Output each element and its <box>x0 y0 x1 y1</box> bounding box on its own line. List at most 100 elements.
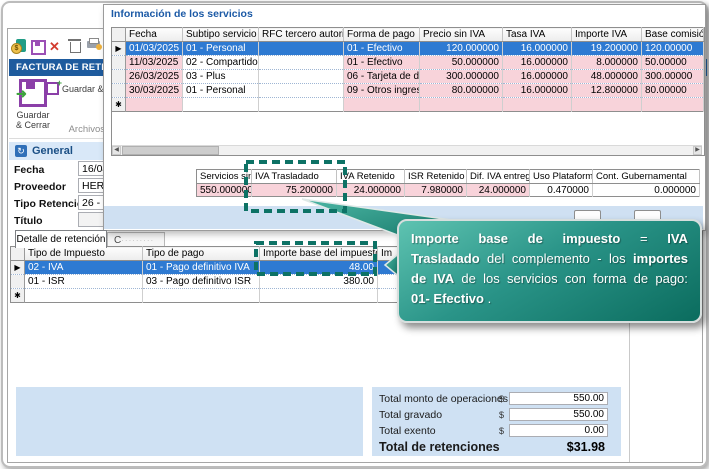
grid-cell[interactable]: 06 - Tarjeta de dé... <box>344 70 420 84</box>
grid-cell[interactable]: 120.00000 <box>642 42 704 56</box>
column-header[interactable]: IVA Retenido <box>337 170 405 184</box>
grid-cell[interactable]: 50.000000 <box>420 56 503 70</box>
grid-cell[interactable]: 03 - Plus <box>183 70 259 84</box>
grid-cell[interactable]: 550.000000 <box>197 184 252 197</box>
grid-cell[interactable]: 75.200000 <box>252 184 337 197</box>
grid-cell[interactable]: 11/03/2025 <box>126 56 183 70</box>
grid-cell[interactable]: 26/03/2025 <box>126 70 183 84</box>
grid-cell[interactable]: 01 - ISR <box>25 275 143 289</box>
total-value-field[interactable]: 550.00 <box>509 408 608 421</box>
grid-cell[interactable]: 300.00000 <box>642 70 704 84</box>
column-header[interactable]: Servicios sin IVA <box>197 170 252 184</box>
table-row[interactable]: 550.00000075.20000024.0000007.98000024.0… <box>197 184 700 197</box>
grid-cell[interactable]: 02 - Compartido <box>183 56 259 70</box>
save-icon[interactable] <box>30 39 45 54</box>
grid-cell[interactable]: 380.00 <box>260 275 378 289</box>
grid-cell[interactable]: 19.200000 <box>572 42 642 56</box>
grid-cell[interactable] <box>259 98 344 112</box>
column-header[interactable]: Tipo de pago <box>143 247 260 261</box>
column-header[interactable]: Precio sin IVA <box>420 28 503 42</box>
grid-cell[interactable]: 8.000000 <box>572 56 642 70</box>
column-header[interactable]: Importe base del impuesto <box>260 247 378 261</box>
grid-cell[interactable]: 01/03/2025 <box>126 42 183 56</box>
column-header[interactable]: Tasa IVA <box>503 28 572 42</box>
grid-cell[interactable]: 16.000000 <box>503 56 572 70</box>
currency-symbol: $ <box>499 426 504 436</box>
scroll-right-arrow-icon[interactable]: ▶ <box>693 146 702 155</box>
column-header[interactable]: Subtipo servicio <box>183 28 259 42</box>
grid-cell[interactable] <box>260 289 378 303</box>
grid-cell[interactable]: 01 - Efectivo <box>344 42 420 56</box>
grid-cell[interactable] <box>503 98 572 112</box>
grid-cell[interactable]: 30/03/2025 <box>126 84 183 98</box>
table-row[interactable]: ▶01/03/202501 - Personal01 - Efectivo120… <box>112 42 704 56</box>
column-header[interactable]: Importe IVA <box>572 28 642 42</box>
grid-cell[interactable]: 01 - Personal <box>183 42 259 56</box>
column-header[interactable]: Fecha <box>126 28 183 42</box>
table-row[interactable]: 30/03/202501 - Personal 09 - Otros ingres… <box>112 84 704 98</box>
grid-cell[interactable]: 80.000000 <box>420 84 503 98</box>
grid-cell[interactable]: 7.980000 <box>405 184 467 197</box>
grid-cell[interactable] <box>572 98 642 112</box>
grid-cell[interactable] <box>420 98 503 112</box>
tab-detalle-retencion[interactable]: Detalle de retención <box>15 230 107 248</box>
callout-line: 01- Efectivo . <box>411 289 688 309</box>
grid-cell[interactable]: 48.00 <box>260 261 378 275</box>
column-header[interactable]: IVA Trasladado <box>252 170 337 184</box>
total-retenciones-value: $31.98 <box>509 440 605 454</box>
scrollbar-thumb[interactable] <box>122 146 219 155</box>
grid-cell[interactable]: 0.470000 <box>530 184 593 197</box>
services-grid-hscrollbar[interactable]: ◀ ▶ <box>112 145 702 155</box>
grid-cell[interactable]: 24.000000 <box>467 184 530 197</box>
grid-cell[interactable] <box>344 98 420 112</box>
grid-cell[interactable] <box>642 98 704 112</box>
grid-cell[interactable]: 03 - Pago definitivo ISR <box>143 275 260 289</box>
grid-cell[interactable] <box>126 98 183 112</box>
grid-cell[interactable] <box>259 70 344 84</box>
trash-icon[interactable] <box>68 39 83 54</box>
column-header[interactable]: ISR Retenido <box>405 170 467 184</box>
grid-cell[interactable]: 50.00000 <box>642 56 704 70</box>
column-header[interactable]: RFC tercero autorizado <box>259 28 344 42</box>
table-row[interactable]: 11/03/202502 - Compartido01 - Efectivo50… <box>112 56 704 70</box>
print-icon[interactable] <box>87 39 102 54</box>
tab-comentarios[interactable]: C········· <box>107 232 165 247</box>
grid-cell[interactable]: 01 - Pago definitivo IVA <box>143 261 260 275</box>
grid-cell[interactable]: 24.000000 <box>337 184 405 197</box>
grid-cell[interactable]: 01 - Personal <box>183 84 259 98</box>
grid-cell[interactable]: 300.000000 <box>420 70 503 84</box>
column-header[interactable]: Forma de pago <box>344 28 420 42</box>
grid-cell[interactable] <box>25 289 143 303</box>
column-header[interactable]: Uso Plataforma <box>530 170 593 184</box>
grid-cell[interactable] <box>143 289 260 303</box>
table-row[interactable]: ✱ <box>112 98 704 112</box>
grid-cell[interactable]: 120.000000 <box>420 42 503 56</box>
money-document-icon[interactable]: $ <box>11 39 26 54</box>
grid-cell[interactable]: 02 - IVA <box>25 261 143 275</box>
column-header[interactable]: Cont. Gubernamental <box>593 170 700 184</box>
total-value-field[interactable]: 550.00 <box>509 392 608 405</box>
grid-cell[interactable]: 16.000000 <box>503 84 572 98</box>
grid-cell[interactable] <box>259 42 344 56</box>
grid-cell[interactable]: 16.000000 <box>503 42 572 56</box>
services-grid[interactable]: FechaSubtipo servicioRFC tercero autoriz… <box>111 27 704 112</box>
total-value-field[interactable]: 0.00 <box>509 424 608 437</box>
table-row[interactable]: 26/03/202503 - Plus 06 - Tarjeta de dé...… <box>112 70 704 84</box>
scroll-left-arrow-icon[interactable]: ◀ <box>112 146 121 155</box>
delete-icon[interactable]: ✕ <box>49 39 64 54</box>
grid-cell[interactable]: 01 - Efectivo <box>344 56 420 70</box>
grid-cell[interactable]: 12.800000 <box>572 84 642 98</box>
grid-cell[interactable] <box>259 56 344 70</box>
row-selector: ▶ <box>112 42 126 56</box>
grid-cell[interactable]: 16.000000 <box>503 70 572 84</box>
grid-cell[interactable] <box>259 84 344 98</box>
column-header[interactable]: Base comisión <box>642 28 704 42</box>
row-selector: ✱ <box>11 289 25 303</box>
column-header[interactable]: Tipo de Impuesto <box>25 247 143 261</box>
grid-cell[interactable]: 0.000000 <box>593 184 700 197</box>
grid-cell[interactable] <box>183 98 259 112</box>
grid-cell[interactable]: 48.000000 <box>572 70 642 84</box>
grid-cell[interactable]: 80.00000 <box>642 84 704 98</box>
grid-cell[interactable]: 09 - Otros ingres... <box>344 84 420 98</box>
column-header[interactable]: Dif. IVA entregado <box>467 170 530 184</box>
